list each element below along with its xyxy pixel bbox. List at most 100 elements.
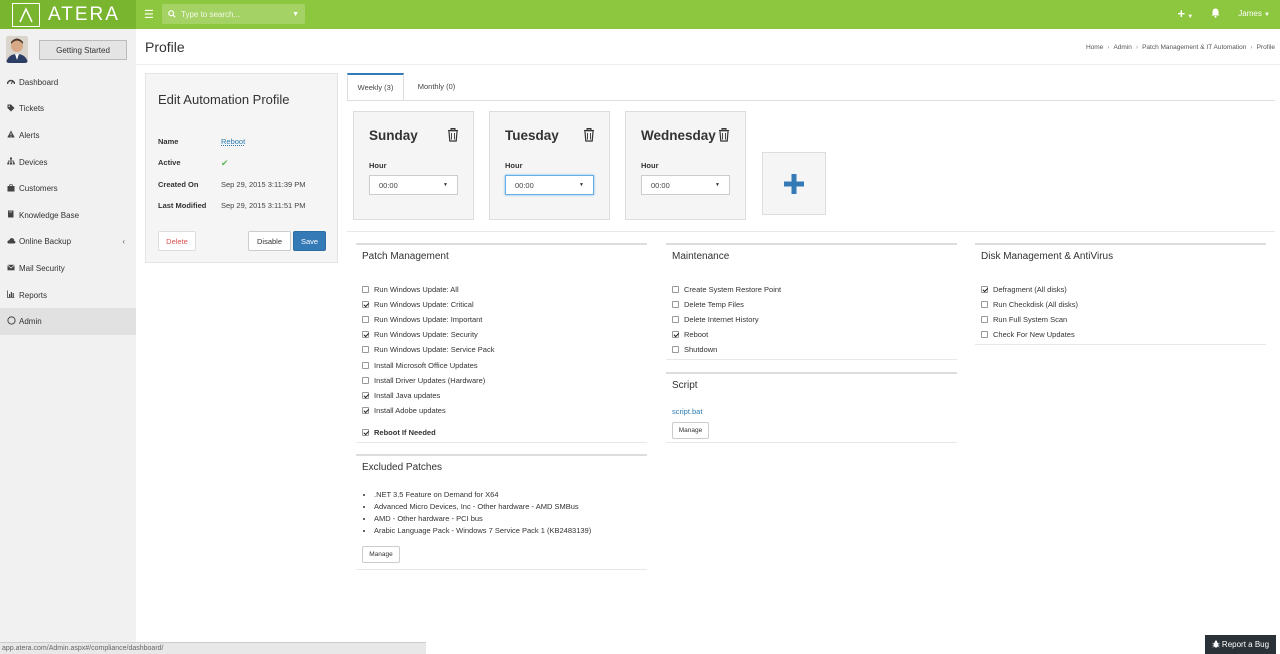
tab-monthly[interactable]: Monthly (0): [409, 73, 464, 100]
checkbox[interactable]: [362, 301, 369, 308]
patch-management-section: Patch Management Run Windows Update: All…: [356, 243, 647, 443]
sidebar-item-customers[interactable]: Customers: [0, 175, 136, 202]
sidebar-item-online-backup[interactable]: Online Backup ‹: [0, 229, 136, 256]
checkbox-row[interactable]: Install Microsoft Office Updates: [362, 361, 478, 370]
sidebar-item-reports[interactable]: Reports: [0, 282, 136, 309]
hour-select[interactable]: 00:00 ▼: [369, 175, 458, 195]
report-bug-label: Report a Bug: [1221, 640, 1270, 649]
dashboard-icon: [6, 78, 19, 87]
caret-down-icon: ▼: [715, 182, 720, 188]
avatar[interactable]: [6, 36, 28, 63]
section-title: Patch Management: [362, 251, 449, 262]
search-input[interactable]: [181, 9, 293, 19]
checkbox[interactable]: [981, 331, 988, 338]
breadcrumb-separator: ›: [1250, 44, 1253, 51]
sidebar-item-label: Customers: [19, 184, 58, 194]
sidebar-item-alerts[interactable]: Alerts: [0, 122, 136, 149]
hour-select[interactable]: 00:00 ▼: [641, 175, 730, 195]
sidebar-item-knowledge-base[interactable]: Knowledge Base: [0, 202, 136, 229]
checkbox-label: Reboot If Needed: [374, 428, 436, 437]
add-day-button[interactable]: [762, 152, 826, 215]
envelope-icon: [7, 264, 19, 273]
name-label: Name: [158, 137, 179, 146]
checkbox[interactable]: [981, 316, 988, 323]
checkbox-row[interactable]: Run Windows Update: Service Pack: [362, 345, 494, 354]
search-box[interactable]: ▼: [162, 4, 305, 24]
checkbox-row[interactable]: Run Windows Update: All: [362, 285, 459, 294]
checkbox-row[interactable]: Install Adobe updates: [362, 406, 446, 415]
breadcrumb-admin[interactable]: Admin: [1113, 44, 1131, 51]
checkbox-row[interactable]: Defragment (All disks): [981, 285, 1067, 294]
checkbox[interactable]: [981, 286, 988, 293]
checkbox[interactable]: [362, 286, 369, 293]
delete-button[interactable]: Delete: [158, 231, 196, 251]
checkbox-row[interactable]: Delete Temp Files: [672, 300, 744, 309]
trash-icon[interactable]: [718, 128, 730, 142]
checkbox[interactable]: [362, 316, 369, 323]
sidebar-item-tickets[interactable]: Tickets: [0, 96, 136, 123]
script-file-link[interactable]: script.bat: [672, 407, 702, 416]
checkbox[interactable]: [672, 331, 679, 338]
checkbox[interactable]: [362, 429, 369, 436]
chevron-down-icon: ▼: [1187, 14, 1194, 20]
logo[interactable]: ATERA: [0, 0, 136, 29]
save-button[interactable]: Save: [293, 231, 326, 251]
report-bug-button[interactable]: Report a Bug: [1205, 635, 1276, 654]
checkbox-row[interactable]: Reboot: [672, 330, 708, 339]
section-title: Disk Management & AntiVirus: [981, 251, 1114, 262]
checkbox-label: Shutdown: [684, 345, 718, 354]
manage-script-button[interactable]: Manage: [672, 422, 709, 439]
hour-select[interactable]: 00:00 ▼: [505, 175, 594, 195]
checkbox-label: Run Full System Scan: [993, 315, 1068, 324]
reboot-if-needed-row[interactable]: Reboot If Needed: [362, 428, 436, 437]
sidebar-item-label: Tickets: [19, 104, 45, 114]
checkbox[interactable]: [672, 346, 679, 353]
day-name: Wednesday: [641, 128, 716, 143]
checkbox-row[interactable]: Install Java updates: [362, 391, 440, 400]
hour-label: Hour: [369, 161, 387, 170]
sidebar-item-devices[interactable]: Devices: [0, 149, 136, 176]
checkbox[interactable]: [362, 331, 369, 338]
sidebar-item-mail-security[interactable]: Mail Security: [0, 255, 136, 282]
checkbox-label: Run Windows Update: Critical: [374, 300, 474, 309]
trash-icon[interactable]: [583, 128, 595, 142]
disable-button[interactable]: Disable: [248, 231, 291, 251]
hour-select-value: 00:00: [515, 180, 534, 190]
trash-icon[interactable]: [447, 128, 459, 142]
checkbox[interactable]: [672, 316, 679, 323]
breadcrumb-home[interactable]: Home: [1086, 44, 1103, 51]
sidebar-item-admin[interactable]: Admin: [0, 308, 136, 335]
checkbox-label: Create System Restore Point: [684, 285, 782, 294]
bell-icon[interactable]: [1211, 8, 1220, 20]
manage-excluded-button[interactable]: Manage: [362, 546, 400, 563]
checkbox[interactable]: [981, 301, 988, 308]
checkbox[interactable]: [672, 286, 679, 293]
checkbox[interactable]: [362, 346, 369, 353]
checkbox-row[interactable]: Delete Internet History: [672, 315, 759, 324]
add-menu[interactable]: + ▼: [1177, 7, 1193, 20]
tab-weekly[interactable]: Weekly (3): [347, 73, 404, 100]
checkbox-row[interactable]: Run Full System Scan: [981, 315, 1067, 324]
checkbox-row[interactable]: Run Windows Update: Security: [362, 330, 478, 339]
book-icon: [7, 210, 19, 220]
menu-toggle-icon[interactable]: ☰: [144, 8, 154, 21]
header-divider: [136, 64, 1280, 65]
user-menu[interactable]: James ▼: [1238, 9, 1270, 18]
checkbox[interactable]: [672, 301, 679, 308]
checkbox[interactable]: [362, 362, 369, 369]
checkbox-row[interactable]: Run Windows Update: Important: [362, 315, 482, 324]
breadcrumb-patch-management[interactable]: Patch Management & IT Automation: [1142, 44, 1246, 51]
profile-name-link[interactable]: Reboot: [221, 137, 245, 146]
checkbox-row[interactable]: Check For New Updates: [981, 330, 1075, 339]
checkbox[interactable]: [362, 392, 369, 399]
chevron-down-icon[interactable]: ▼: [292, 11, 299, 18]
checkbox-row[interactable]: Run Windows Update: Critical: [362, 300, 474, 309]
checkbox[interactable]: [362, 377, 369, 384]
checkbox-row[interactable]: Install Driver Updates (Hardware): [362, 376, 485, 385]
checkbox[interactable]: [362, 407, 369, 414]
checkbox-row[interactable]: Run Checkdisk (All disks): [981, 300, 1078, 309]
checkbox-row[interactable]: Shutdown: [672, 345, 717, 354]
getting-started-button[interactable]: Getting Started: [39, 40, 127, 60]
sidebar-item-dashboard[interactable]: Dashboard: [0, 69, 136, 96]
checkbox-row[interactable]: Create System Restore Point: [672, 285, 781, 294]
